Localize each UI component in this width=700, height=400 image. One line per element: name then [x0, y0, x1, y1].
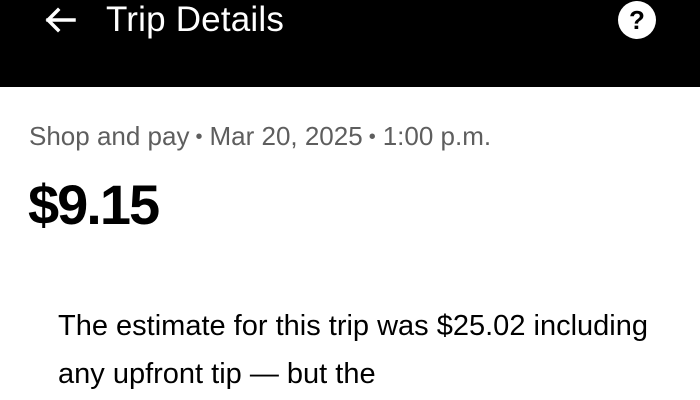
help-button[interactable]: ? — [618, 1, 656, 39]
trip-time: 1:00 p.m. — [382, 121, 492, 151]
separator-dot: • — [368, 126, 376, 148]
back-button[interactable] — [38, 0, 82, 40]
separator-dot: • — [195, 126, 203, 148]
estimate-explanation: The estimate for this trip was $25.02 in… — [58, 310, 648, 390]
service-type: Shop and pay — [29, 121, 190, 151]
arrow-left-icon — [45, 7, 76, 33]
trip-total: $9.15 — [28, 173, 160, 236]
trip-date: Mar 20, 2025 — [209, 121, 363, 151]
trip-meta: Shop and pay • Mar 20, 2025 • 1:00 p.m. — [29, 118, 491, 154]
top-app-bar: Trip Details ? — [0, 0, 700, 87]
question-mark-icon: ? — [629, 4, 645, 35]
trip-details-screen: Trip Details ? Shop and pay • Mar 20, 2025… — [0, 0, 700, 400]
page-title: Trip Details — [106, 0, 285, 39]
